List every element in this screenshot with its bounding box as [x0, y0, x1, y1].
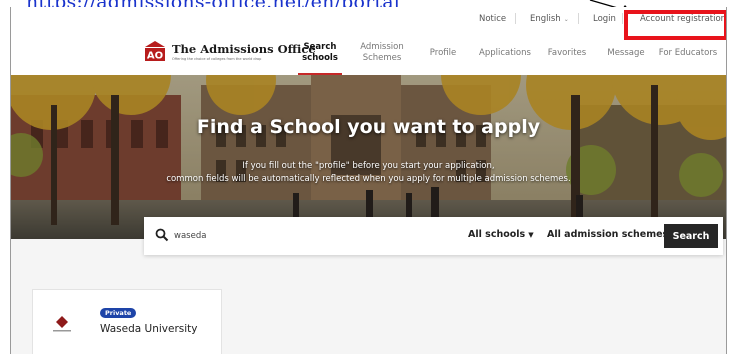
nav-label: Message — [607, 47, 645, 58]
notice-link[interactable]: Notice — [479, 14, 506, 24]
nav-label: Applications — [479, 47, 531, 58]
nav-label: Profile — [429, 47, 457, 58]
language-select[interactable]: English ⌄ — [530, 14, 569, 24]
schemes-dropdown[interactable]: All admission schemes▼ — [547, 229, 677, 240]
divider — [622, 13, 623, 24]
nav-label: Admission Schemes — [360, 42, 404, 63]
main-nav: AO The Admissions Office Offering the ch… — [11, 31, 726, 75]
utility-bar: Notice English ⌄ Login Account registrati… — [11, 7, 726, 40]
hero-banner: Find a School you want to apply If you f… — [11, 75, 726, 239]
nav-applications[interactable]: Applications — [474, 31, 536, 75]
search-button[interactable]: Search — [664, 224, 718, 248]
campus-photo — [11, 75, 726, 239]
chevron-down-icon: ⌄ — [563, 16, 569, 23]
nav-message[interactable]: Message — [602, 31, 650, 75]
school-name[interactable]: Waseda University — [100, 323, 197, 335]
waseda-logo-icon — [53, 316, 71, 332]
nav-favorites[interactable]: Favorites — [542, 31, 592, 75]
nav-search-schools[interactable]: Search schools — [294, 31, 346, 75]
nav-label: Favorites — [547, 47, 587, 58]
search-bar: All schools▼ All admission schemes▼ Sear… — [144, 217, 723, 255]
search-icon — [155, 228, 169, 242]
hero-subtitle-line2: common fields will be automatically refl… — [166, 174, 571, 184]
language-label: English — [530, 14, 561, 24]
results-area: Private Waseda University — [11, 239, 726, 354]
school-card[interactable]: Private Waseda University — [32, 289, 222, 354]
private-badge: Private — [100, 308, 137, 318]
logo-mark-icon: AO — [145, 41, 165, 62]
logo-mark-text: AO — [147, 51, 163, 62]
caret-down-icon: ▼ — [528, 231, 534, 239]
divider — [578, 13, 579, 24]
nav-label: For Educators — [658, 47, 718, 58]
nav-label: Search schools — [302, 42, 338, 63]
nav-for-educators[interactable]: For Educators — [655, 31, 721, 75]
schools-dropdown[interactable]: All schools ▼ — [468, 229, 534, 240]
nav-admission-schemes[interactable]: Admission Schemes — [354, 31, 410, 75]
search-input[interactable] — [174, 227, 374, 245]
site-logo[interactable]: AO The Admissions Office Offering the ch… — [144, 40, 316, 62]
login-link[interactable]: Login — [593, 14, 616, 24]
page-frame: Notice English ⌄ Login Account registrati… — [10, 7, 727, 354]
hero-title: Find a School you want to apply — [196, 116, 541, 138]
hero-subtitle-line1: If you fill out the "profile" before you… — [242, 161, 495, 171]
schools-dropdown-label: All schools — [468, 229, 526, 240]
nav-profile[interactable]: Profile — [421, 31, 465, 75]
schemes-dropdown-label: All admission schemes — [547, 229, 669, 240]
divider — [515, 13, 516, 24]
